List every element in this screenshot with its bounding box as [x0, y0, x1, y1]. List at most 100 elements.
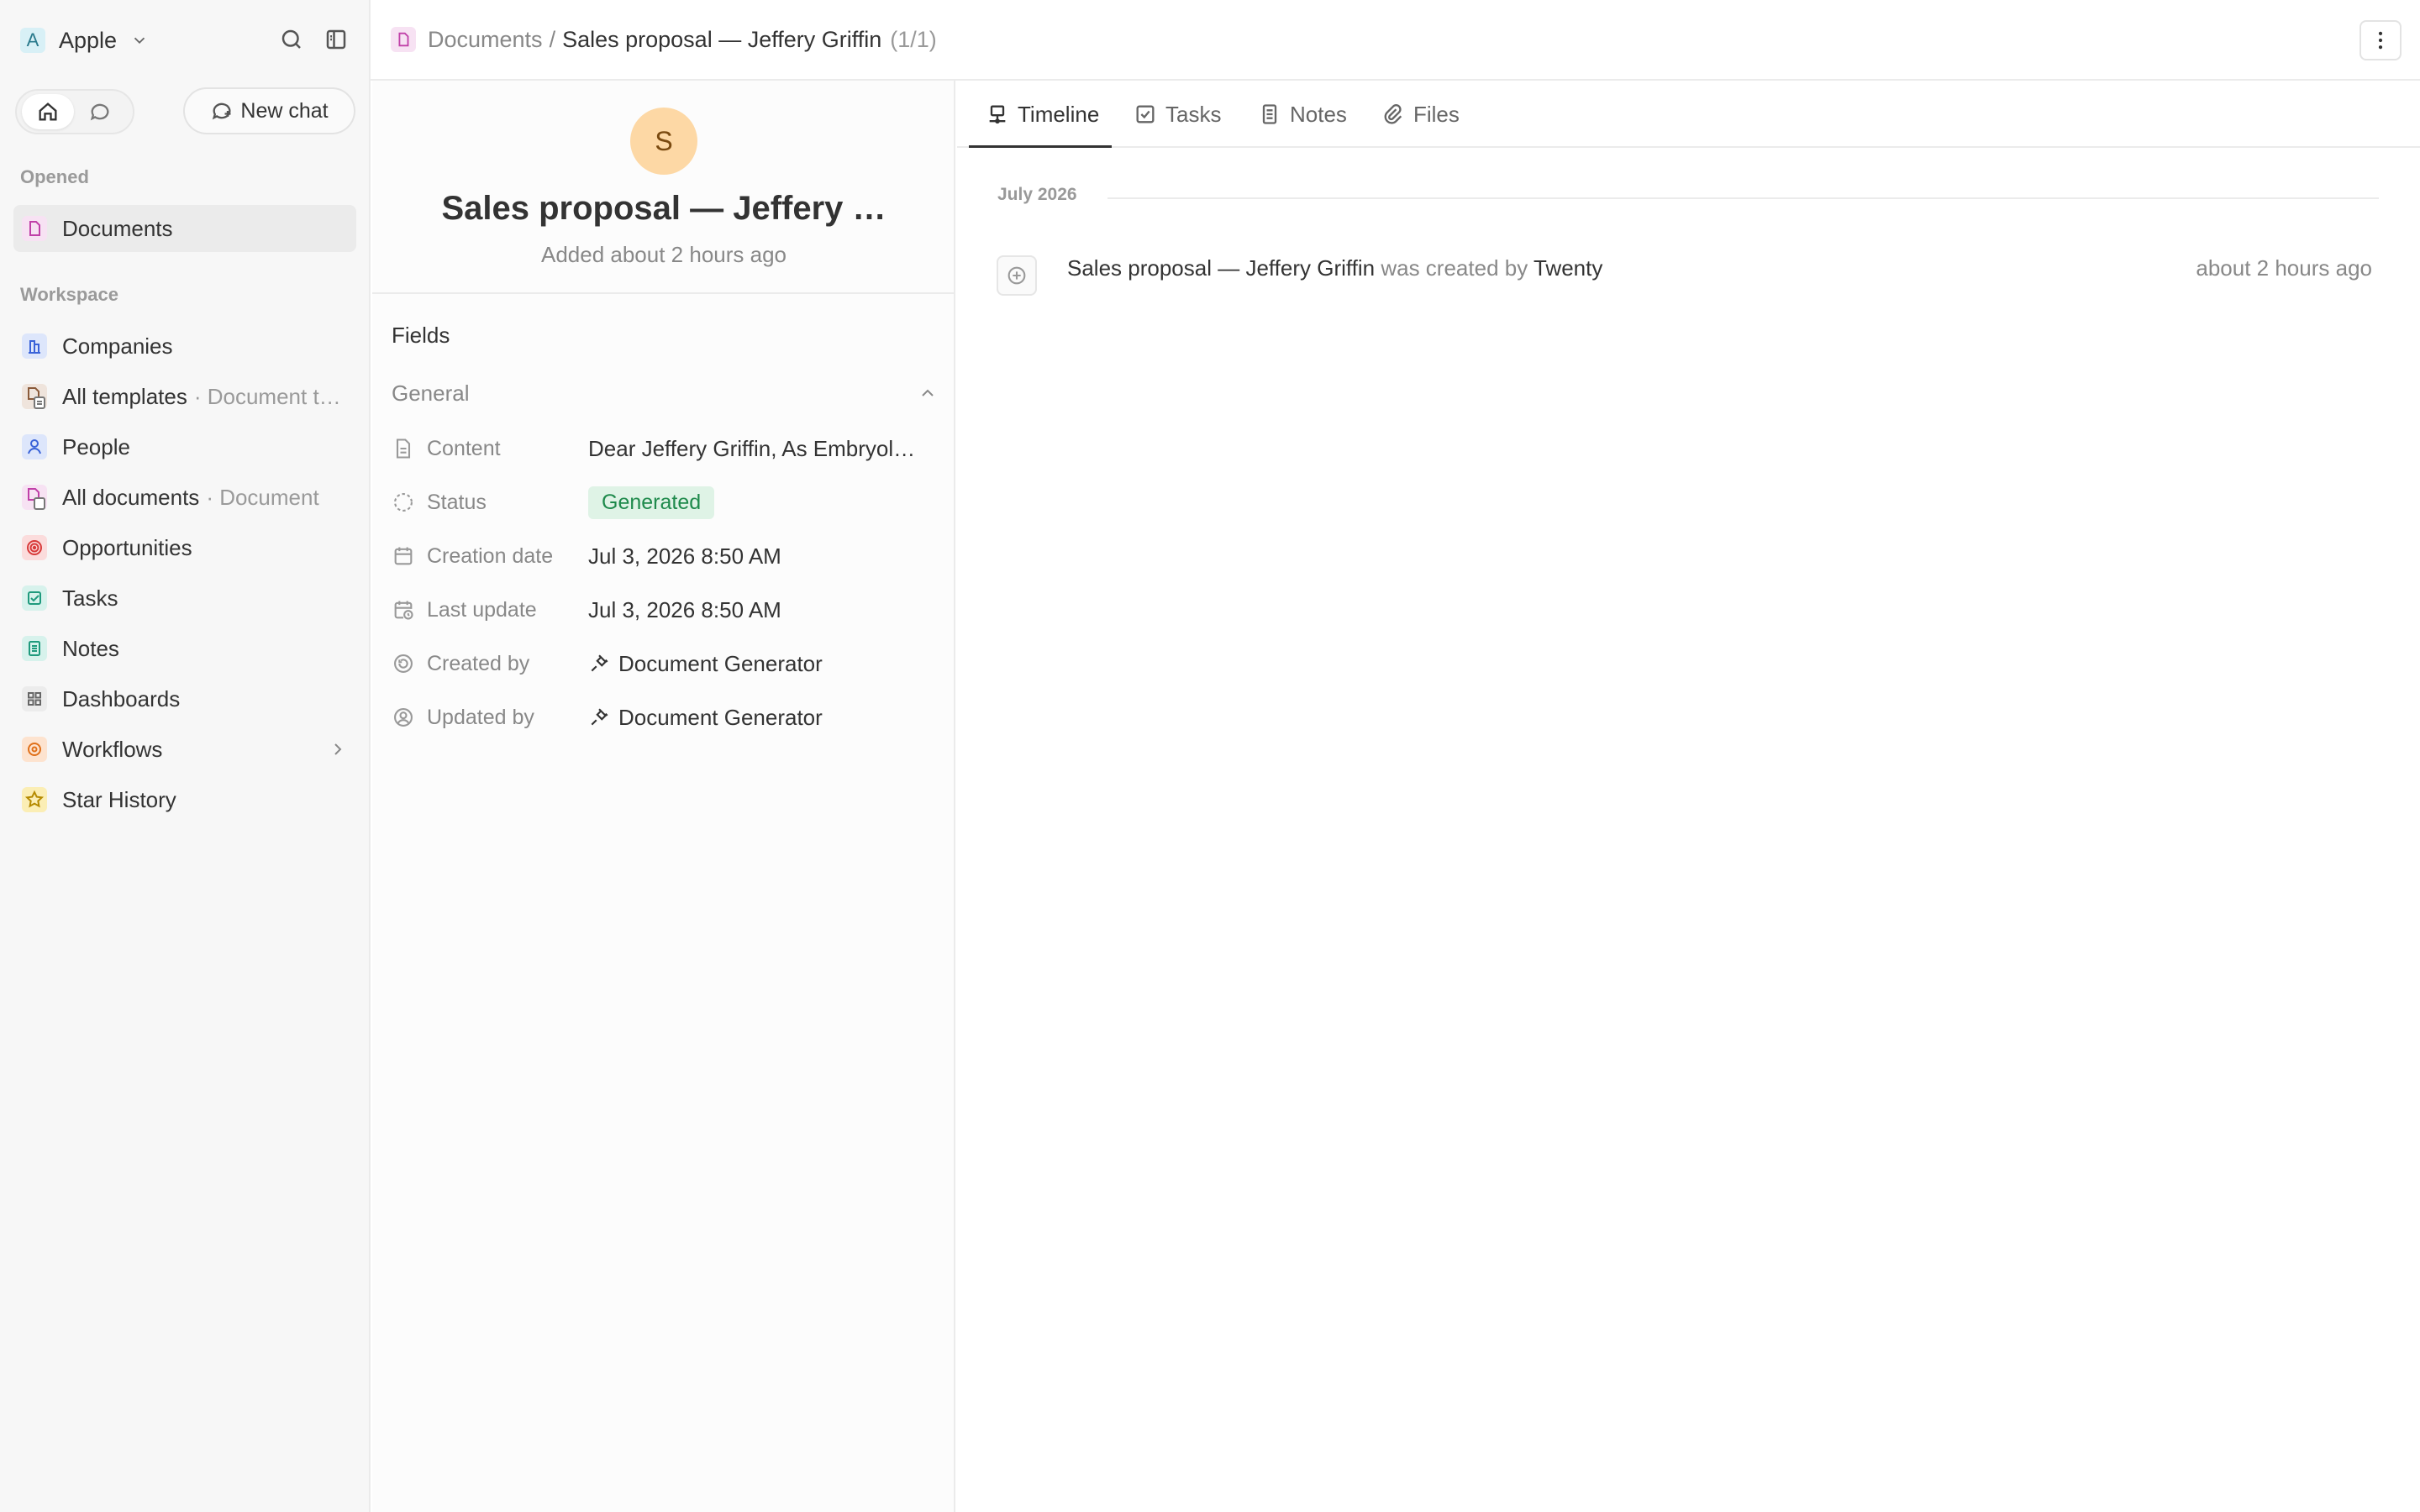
search-icon[interactable] [279, 27, 306, 54]
sidebar-item-label: People [62, 433, 130, 459]
event-created-icon [997, 255, 1037, 296]
more-options-button[interactable] [2360, 20, 2402, 60]
event-verb: was created by [1381, 255, 1528, 281]
calendar-clock-icon [392, 598, 415, 622]
record-title[interactable]: Sales proposal — Jeffery … [389, 190, 939, 228]
sidebar-item-label: Star History [62, 786, 176, 812]
field-label: Created by [427, 651, 530, 675]
template-icon [22, 384, 47, 409]
opened-section-label: Opened [20, 166, 89, 187]
event-subject-link[interactable]: Sales proposal — Jeffery Griffin [1067, 255, 1375, 281]
active-tab-indicator [969, 145, 1112, 148]
checkbox-icon [22, 585, 47, 611]
field-value[interactable]: Document Generator [588, 651, 823, 677]
chat-mode-button[interactable] [74, 94, 126, 129]
target-icon [22, 535, 47, 560]
new-chat-button[interactable]: New chat [183, 87, 355, 134]
chevron-right-icon[interactable] [328, 739, 348, 759]
record-panel: S Sales proposal — Jeffery … Added about… [372, 81, 955, 1512]
chevron-up-icon[interactable] [918, 383, 938, 403]
mode-toggle [15, 89, 134, 134]
workspace-switcher[interactable]: A Apple [20, 24, 149, 57]
plug-icon [588, 706, 610, 728]
document-icon [22, 216, 47, 241]
checkbox-icon [1134, 102, 1157, 126]
timeline-month-label: July 2026 [997, 185, 1077, 204]
top-bar: Documents / Sales proposal — Jeffery Gri… [371, 0, 2420, 81]
sidebar-item-documents-opened[interactable]: Documents [13, 205, 356, 252]
sidebar-item-label: All templates [62, 383, 187, 409]
breadcrumb-count: (1/1) [890, 26, 937, 52]
grid-icon [22, 686, 47, 711]
note-icon [22, 636, 47, 661]
event-time: about 2 hours ago [2196, 255, 2372, 281]
field-value[interactable]: Document Generator [588, 705, 823, 731]
sidebar-collapse-icon[interactable] [324, 27, 350, 54]
tab-label: Tasks [1165, 101, 1222, 127]
sidebar-item-all-documents[interactable]: All documents · Document [13, 474, 356, 521]
field-value-text: Document Generator [618, 704, 823, 730]
fields-title: Fields [392, 323, 450, 348]
breadcrumb-separator: / [549, 26, 556, 52]
field-value-text: Document Generator [618, 650, 823, 676]
field-value[interactable]: Jul 3, 2026 8:50 AM [588, 597, 781, 623]
sidebar-item-star-history[interactable]: Star History [13, 776, 356, 823]
user-circle-icon [392, 706, 415, 729]
general-group-header[interactable]: General [392, 376, 938, 410]
workspace-section-label: Workspace [20, 284, 118, 305]
field-updated-by[interactable]: Updated by Document Generator [392, 696, 938, 739]
new-chat-label: New chat [240, 98, 329, 123]
field-last-update[interactable]: Last update Jul 3, 2026 8:50 AM [392, 588, 938, 632]
field-created-by[interactable]: Created by Document Generator [392, 642, 938, 685]
field-label: Creation date [427, 543, 554, 568]
document-icon [391, 27, 416, 52]
tab-notes[interactable]: Notes [1258, 81, 1347, 148]
sidebar-item-all-templates[interactable]: All templates · Document t… [13, 373, 356, 420]
record-tabs: Timeline Tasks Notes Files [957, 81, 2420, 148]
tab-tasks[interactable]: Tasks [1134, 81, 1221, 148]
field-creation-date[interactable]: Creation date Jul 3, 2026 8:50 AM [392, 534, 938, 578]
tab-files[interactable]: Files [1381, 81, 1460, 148]
sidebar-item-label: Workflows [62, 736, 163, 762]
sidebar-item-notes[interactable]: Notes [13, 625, 356, 672]
timeline-event: Sales proposal — Jeffery Griffin was cre… [1067, 255, 1602, 281]
sidebar-item-label: Dashboards [62, 685, 181, 711]
tab-label: Notes [1290, 101, 1347, 127]
status-badge[interactable]: Generated [588, 486, 715, 519]
note-icon [1258, 102, 1281, 126]
divider [1107, 197, 2379, 199]
avatar[interactable]: S [630, 108, 697, 175]
breadcrumb-title: Sales proposal — Jeffery Griffin [562, 26, 882, 52]
status-icon [392, 491, 415, 514]
calendar-icon [392, 544, 415, 568]
sidebar-item-opportunities[interactable]: Opportunities [13, 524, 356, 571]
tab-timeline[interactable]: Timeline [986, 81, 1099, 148]
new-chat-icon [210, 99, 234, 123]
sidebar-item-workflows[interactable]: Workflows [13, 726, 356, 773]
record-subtitle: Added about 2 hours ago [540, 242, 787, 267]
sidebar-item-label: Documents [62, 215, 173, 241]
field-label: Content [427, 436, 501, 460]
sidebar-item-label: Tasks [62, 585, 118, 611]
field-value[interactable]: Jul 3, 2026 8:50 AM [588, 543, 781, 570]
sidebar-item-dashboards[interactable]: Dashboards [13, 675, 356, 722]
field-content[interactable]: Content Dear Jeffery Griffin, As Embryol… [392, 427, 938, 470]
tab-label: Timeline [1018, 101, 1100, 127]
sidebar-item-label: Opportunities [62, 534, 192, 560]
sidebar-item-companies[interactable]: Companies [13, 323, 356, 370]
document-icon [22, 485, 47, 510]
workflow-icon [22, 737, 47, 762]
breadcrumb-root-link[interactable]: Documents [428, 27, 543, 53]
sidebar-item-tasks[interactable]: Tasks [13, 575, 356, 622]
sidebar-item-people[interactable]: People [13, 423, 356, 470]
field-status[interactable]: Status Generated [392, 480, 938, 524]
timeline-icon [986, 102, 1009, 126]
field-value[interactable]: Dear Jeffery Griffin, As Embryol… [588, 436, 915, 462]
chevron-down-icon [130, 31, 149, 50]
home-mode-button[interactable] [22, 94, 74, 129]
sidebar-item-sub: · Document t… [193, 383, 341, 409]
tab-label: Files [1413, 101, 1460, 127]
plug-icon [588, 653, 610, 675]
star-icon [22, 787, 47, 812]
workspace-logo: A [20, 28, 45, 53]
